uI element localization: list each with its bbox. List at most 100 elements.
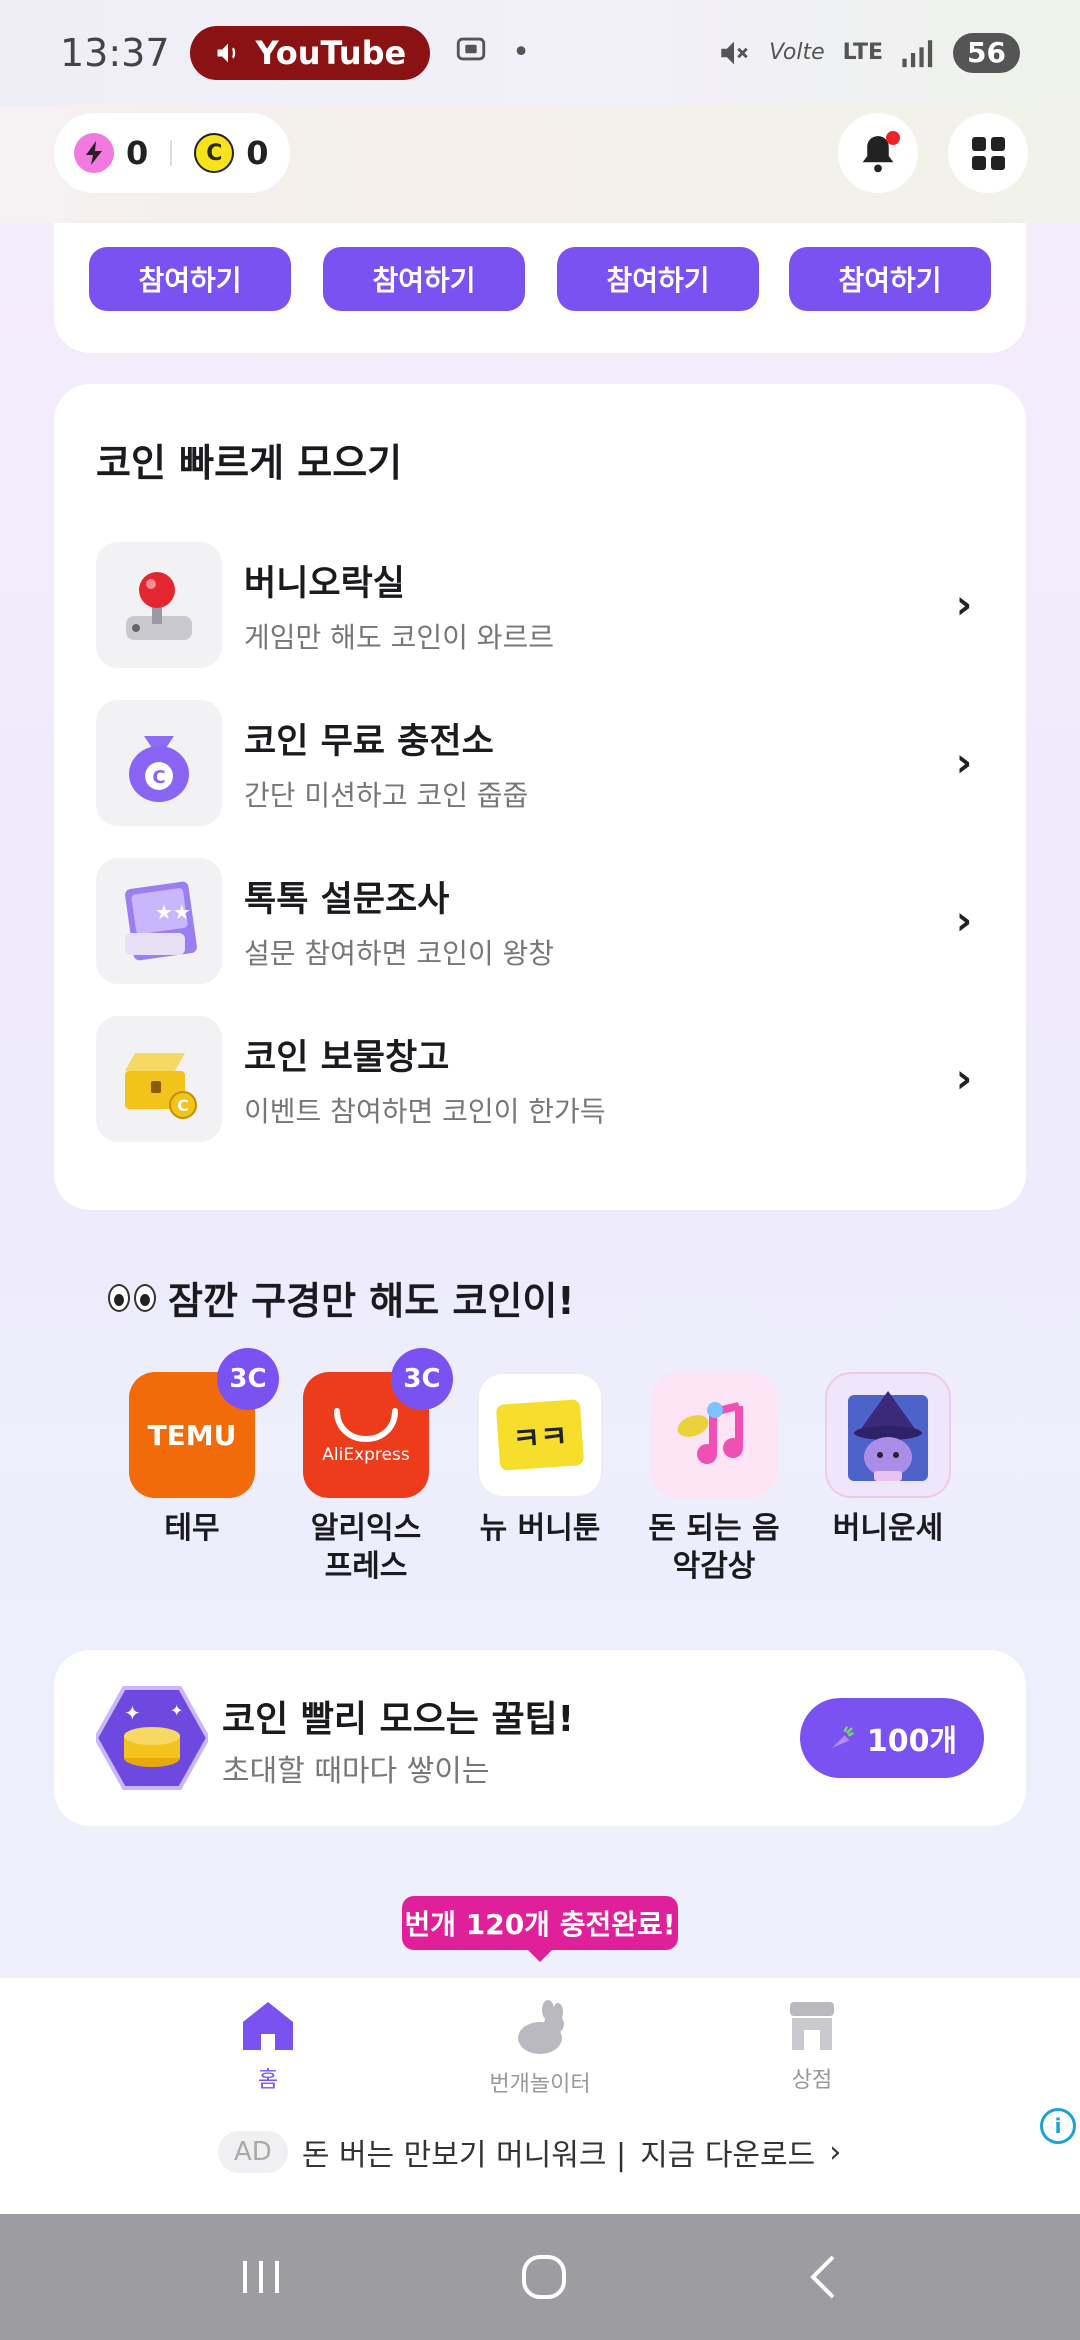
mute-icon	[721, 41, 748, 64]
join-button-4[interactable]: 참여하기	[789, 247, 991, 311]
menu-grid-button[interactable]	[948, 113, 1028, 193]
status-bar: 13:37 YouTube • Volte LTE 56	[0, 0, 1080, 105]
store-icon	[790, 2002, 834, 2050]
nav-playground[interactable]: 번개놀이터	[440, 2000, 640, 2098]
nav-label: 번개놀이터	[489, 2072, 591, 2097]
coin-bag-icon: C	[96, 700, 222, 826]
eyes-icon	[108, 1283, 156, 1312]
list-item-treasure[interactable]: C 코인 보물창고 이벤트 참여하면 코인이 한가득 ›	[96, 1016, 984, 1142]
event-card: 참여하기 참여하기 참여하기 참여하기	[54, 223, 1026, 353]
bolt-count: 0	[126, 134, 149, 172]
coins-card: 코인 빠르게 모으기 버니오락실 게임만 해도 코인이 와르르 › C 코인 무…	[54, 384, 1026, 1210]
list-item-charging[interactable]: C 코인 무료 충전소 간단 미션하고 코인 줍줍 ›	[96, 700, 984, 826]
ad-cta[interactable]: 지금 다운로드	[640, 2130, 815, 2174]
coin-reward-badge: 3C	[391, 1348, 453, 1410]
coins-section-title: 코인 빠르게 모으기	[96, 441, 403, 485]
back-icon[interactable]	[805, 2253, 841, 2301]
chevron-right-icon: ›	[955, 582, 973, 628]
aliexpress-logo-text: AliExpress	[322, 1445, 410, 1465]
tip-title: 코인 빨리 모으는 꿀팁!	[222, 1699, 575, 1740]
notification-button[interactable]	[838, 113, 918, 193]
battery-indicator: 56	[953, 32, 1020, 73]
charge-complete-tooltip: 번개 120개 충전완료!	[402, 1896, 678, 1962]
app-label: 뉴 버니툰	[479, 1511, 601, 1546]
chevron-right-icon: ›	[955, 1056, 973, 1102]
app-header: 0 C 0	[0, 105, 1080, 223]
nav-label: 상점	[791, 2068, 833, 2093]
join-button-1[interactable]: 참여하기	[89, 247, 291, 311]
list-item-title: 버니오락실	[244, 563, 406, 604]
nav-label: 홈	[257, 2068, 279, 2093]
reward-button[interactable]: 100개	[800, 1698, 984, 1778]
list-item-title: 코인 무료 충전소	[244, 721, 494, 762]
chevron-right-icon: ›	[955, 898, 973, 944]
browse-title-text: 잠깐 구경만 해도 코인이!	[168, 1279, 575, 1323]
tip-subtitle: 초대할 때마다 쌓이는	[222, 1754, 490, 1789]
coin-count: 0	[246, 134, 269, 172]
list-item-subtitle: 간단 미션하고 코인 줍줍	[244, 778, 529, 812]
coin-reward-badge: 3C	[217, 1348, 279, 1410]
aliexpress-icon: AliExpress 3C	[303, 1348, 453, 1498]
home-circle-icon[interactable]	[520, 2253, 568, 2301]
chevron-right-icon: ›	[829, 2134, 842, 2170]
coin-stack-icon: ✦ ✦	[93, 1686, 211, 1790]
wallet-divider	[170, 140, 173, 166]
temu-logo-text: TEMU	[147, 1418, 237, 1452]
home-icon	[243, 2002, 293, 2050]
chevron-right-icon: ›	[955, 740, 973, 786]
battery-level: 56	[967, 36, 1006, 69]
carrot-icon	[831, 1726, 854, 1748]
speaker-icon	[217, 43, 235, 62]
bottom-nav: 홈 번개놀이터 상점 AD 돈 버는 만보기 머니워크 | 지금 다운로드 › …	[0, 1978, 1080, 2214]
recent-apps-icon[interactable]	[239, 2257, 283, 2297]
wizard-bunny-icon	[825, 1372, 951, 1498]
ad-text: 돈 버는 만보기 머니워크 |	[301, 2138, 627, 2173]
media-app-label: YouTube	[255, 33, 407, 72]
svg-text:C: C	[152, 767, 165, 788]
signal-icon	[902, 39, 933, 67]
wallet-pill[interactable]: 0 C 0	[54, 113, 290, 193]
app-label: 돈 되는 음악감상	[648, 1511, 780, 1584]
bolt-icon	[74, 133, 114, 173]
list-item-survey[interactable]: ★★ 톡톡 설문조사 설문 참여하면 코인이 왕창 ›	[96, 858, 984, 984]
list-item-arcade[interactable]: 버니오락실 게임만 해도 코인이 와르르 ›	[96, 542, 984, 668]
coin-icon: C	[194, 133, 235, 173]
bunny-toon-logo-text: ㅋㅋ	[511, 1419, 569, 1458]
bunny-icon	[518, 2000, 564, 2054]
dot-icon: •	[512, 35, 530, 70]
treasure-chest-icon: C	[96, 1016, 222, 1142]
temu-icon: TEMU 3C	[129, 1348, 279, 1498]
list-item-subtitle: 이벤트 참여하면 코인이 한가득	[244, 1094, 606, 1128]
info-icon[interactable]: i	[1040, 2108, 1076, 2144]
media-indicator[interactable]: YouTube	[189, 25, 431, 80]
svg-text:✦: ✦	[170, 1701, 183, 1720]
list-item-title: 톡톡 설문조사	[244, 879, 450, 920]
ad-banner[interactable]: AD 돈 버는 만보기 머니워크 | 지금 다운로드 ›	[218, 2130, 841, 2174]
app-bunny-toon[interactable]: ㅋㅋ 뉴 버니툰	[472, 1372, 608, 1548]
app-temu[interactable]: TEMU 3C 테무	[124, 1348, 279, 1548]
joystick-icon	[96, 542, 222, 668]
app-label: 알리익스프레스	[310, 1511, 422, 1584]
app-label: 테무	[164, 1511, 220, 1546]
list-item-title: 코인 보물창고	[244, 1037, 450, 1078]
tip-card[interactable]: ✦ ✦ 코인 빨리 모으는 꿀팁! 초대할 때마다 쌓이는 100개	[54, 1650, 1026, 1826]
svg-text:★★: ★★	[155, 900, 191, 924]
nav-shop[interactable]: 상점	[712, 2000, 912, 2094]
notification-dot	[886, 131, 900, 145]
app-music[interactable]: 돈 되는 음악감상	[646, 1372, 782, 1586]
bunny-toon-icon: ㅋㅋ	[477, 1372, 603, 1498]
join-button-2[interactable]: 참여하기	[323, 247, 525, 311]
ad-tag: AD	[218, 2131, 288, 2173]
grid-icon	[971, 136, 1005, 170]
reward-button-label: 100개	[866, 1724, 958, 1759]
app-aliexpress[interactable]: AliExpress 3C 알리익스프레스	[298, 1348, 453, 1586]
app-label: 버니운세	[832, 1511, 944, 1546]
join-button-3[interactable]: 참여하기	[557, 247, 759, 311]
nav-home[interactable]: 홈	[168, 2000, 368, 2094]
volte-icon: Volte	[769, 40, 825, 65]
app-fortune[interactable]: 버니운세	[820, 1372, 956, 1548]
system-nav-bar	[0, 2214, 1080, 2340]
screenshot-icon	[454, 32, 488, 74]
list-item-subtitle: 설문 참여하면 코인이 왕창	[244, 936, 555, 970]
music-note-icon	[651, 1372, 777, 1498]
